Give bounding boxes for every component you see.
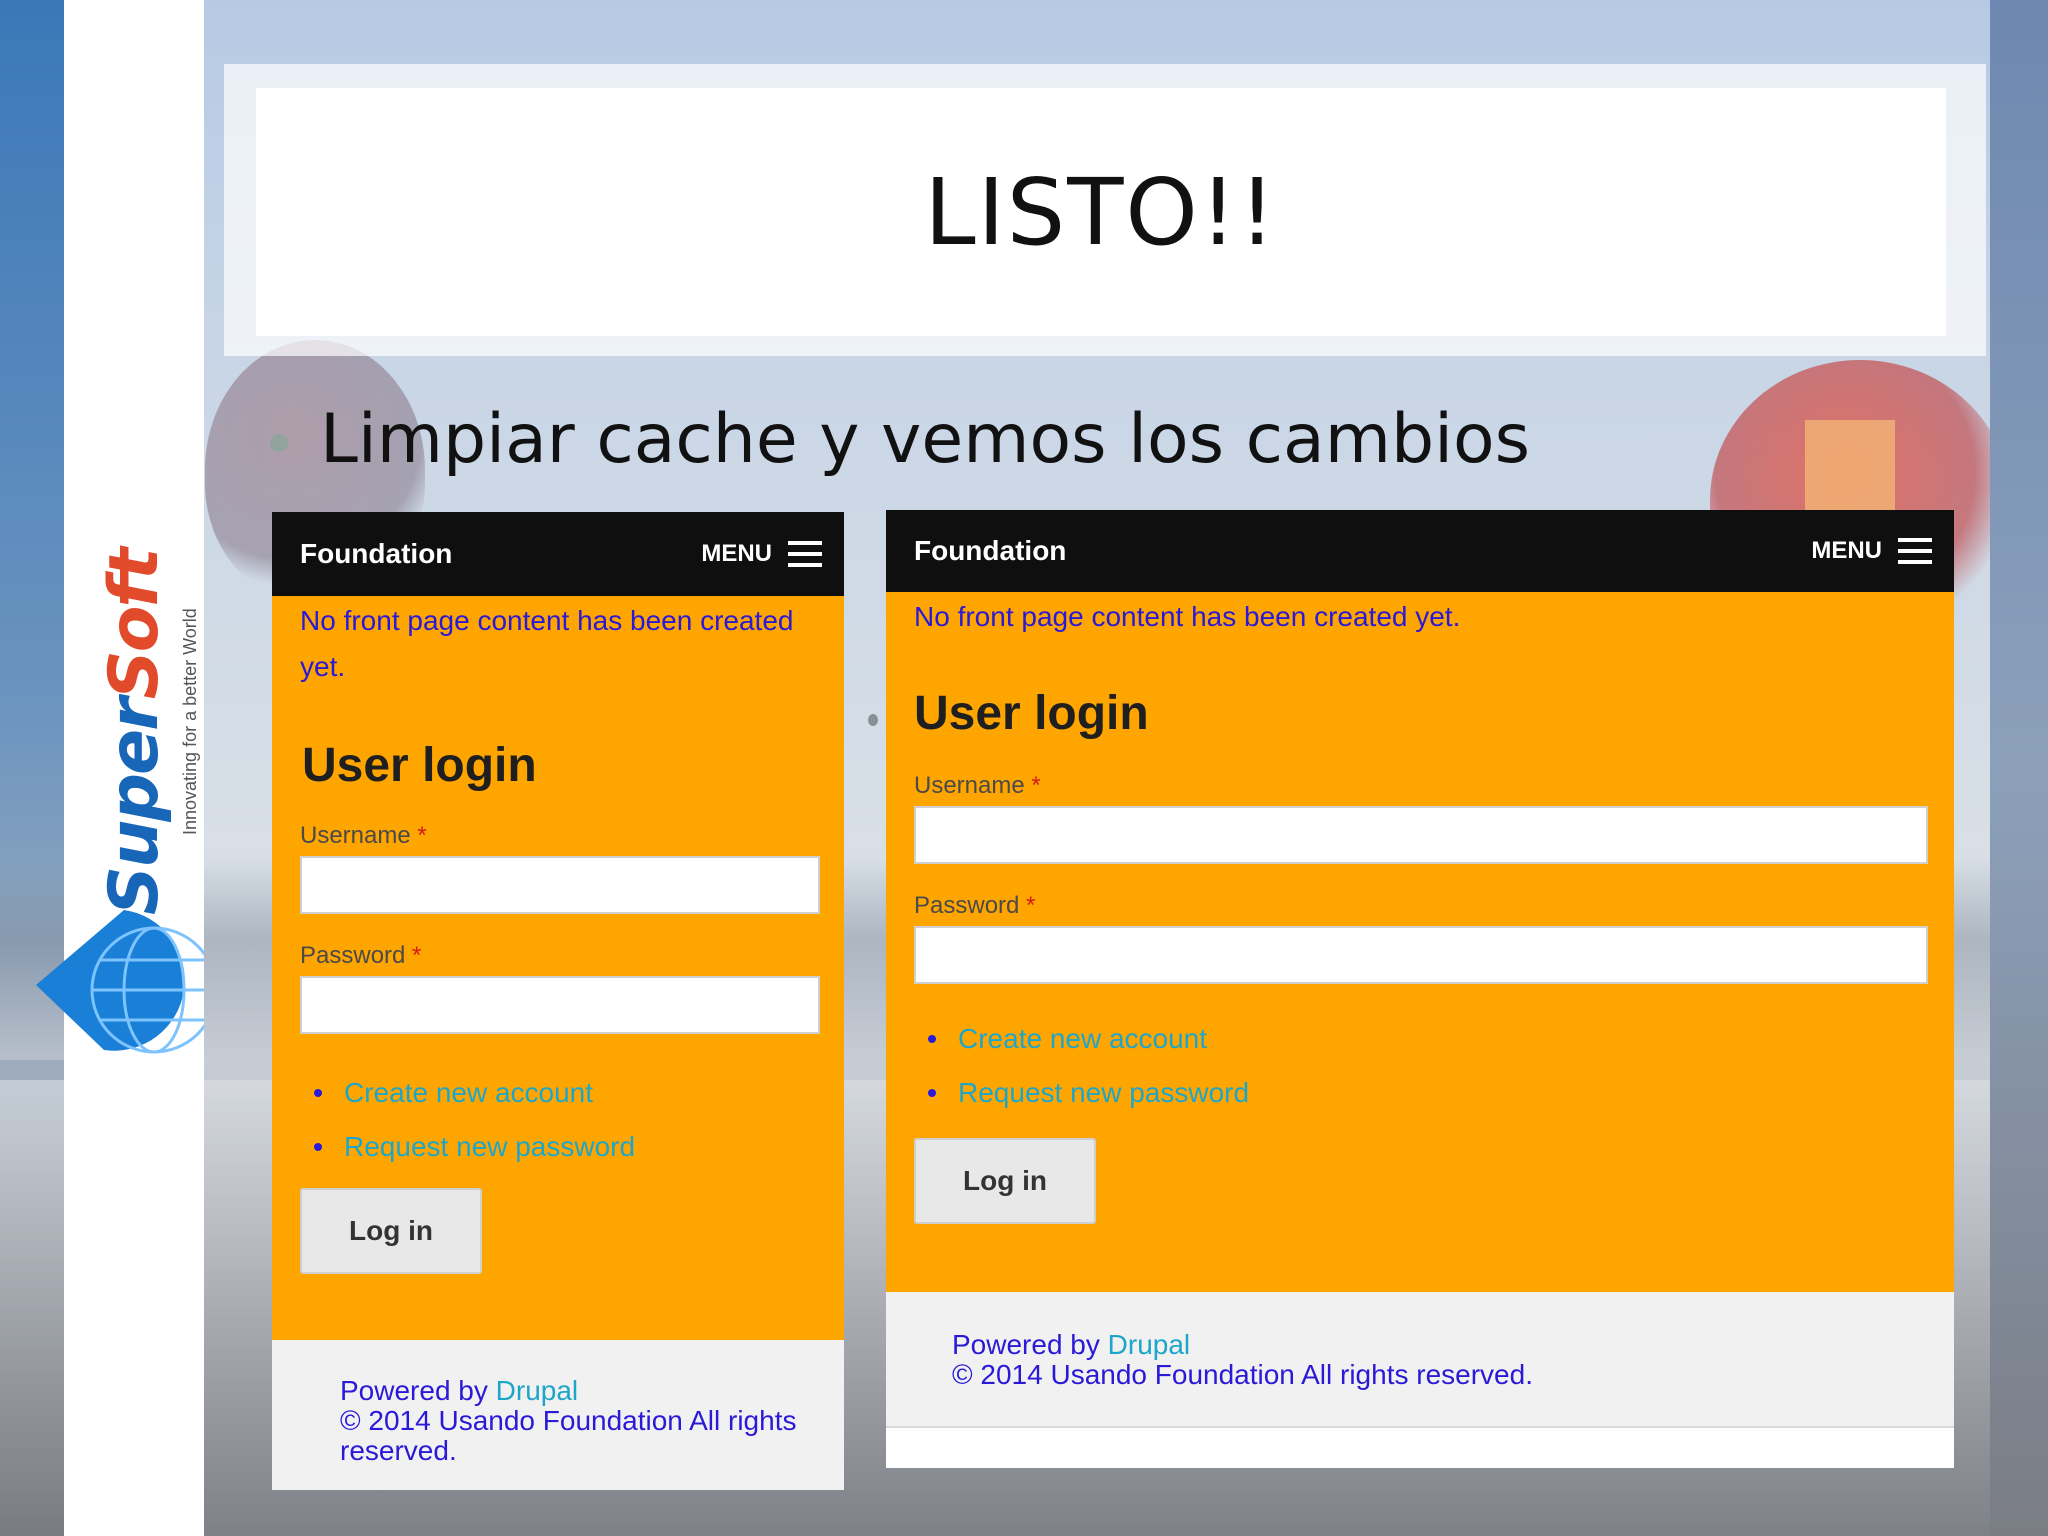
menu-toggle[interactable]: MENU: [1811, 537, 1932, 565]
supersoft-logo-drop-icon: [36, 910, 204, 1054]
footer-bottom-strip: [886, 1428, 1954, 1468]
footer-powered: Powered by: [952, 1329, 1100, 1360]
create-account-link[interactable]: Create new account: [300, 1066, 635, 1120]
front-page-notice: No front page content has been created y…: [914, 601, 1461, 632]
drupal-screenshot-narrow: Foundation MENU No front page content ha…: [272, 512, 844, 1490]
username-label: Username *: [300, 822, 427, 849]
footer-copyright: © 2014 Usando Foundation All rights rese…: [952, 1359, 1533, 1390]
menu-label: MENU: [701, 540, 772, 567]
topbar: Foundation MENU: [272, 512, 844, 596]
password-label: Password *: [914, 892, 1036, 919]
hamburger-icon: [1898, 538, 1932, 564]
password-label: Password *: [300, 942, 422, 969]
login-button[interactable]: Log in: [300, 1188, 482, 1274]
sub-bullet-dot: [868, 714, 878, 726]
drupal-screenshot-wide: Foundation MENU No front page content ha…: [886, 510, 1954, 1468]
site-brand[interactable]: Foundation: [300, 538, 452, 570]
user-login-heading: User login: [302, 739, 537, 792]
footer-powered: Powered by: [340, 1375, 488, 1406]
username-label: Username *: [914, 772, 1041, 799]
site-footer: Powered by Drupal © 2014 Usando Foundati…: [886, 1292, 1954, 1468]
account-links: Create new account Request new password: [914, 1012, 1249, 1120]
hamburger-icon: [788, 541, 822, 567]
menu-toggle[interactable]: MENU: [701, 540, 822, 568]
background-right-edge: [1990, 0, 2048, 1536]
username-input[interactable]: [914, 806, 1928, 864]
front-page-notice: No front page content has been created y…: [300, 605, 794, 682]
supersoft-logo-text: SuperSoft: [95, 549, 174, 916]
password-input[interactable]: [914, 926, 1928, 984]
drupal-link[interactable]: Drupal: [1108, 1329, 1190, 1360]
bullet-text: Limpiar cache y vemos los cambios: [320, 400, 1531, 479]
password-input[interactable]: [300, 976, 820, 1034]
site-brand[interactable]: Foundation: [914, 535, 1066, 567]
request-password-link[interactable]: Request new password: [300, 1120, 635, 1174]
bullet-dot: [270, 434, 288, 452]
create-account-link[interactable]: Create new account: [914, 1012, 1249, 1066]
footer-copyright: © 2014 Usando Foundation All rights rese…: [340, 1405, 797, 1466]
menu-label: MENU: [1811, 537, 1882, 564]
login-button[interactable]: Log in: [914, 1138, 1096, 1224]
slide-title: LISTO!!: [924, 158, 1278, 266]
drupal-link[interactable]: Drupal: [496, 1375, 578, 1406]
site-footer: Powered by Drupal © 2014 Usando Foundati…: [272, 1340, 844, 1490]
topbar: Foundation MENU: [886, 510, 1954, 592]
username-input[interactable]: [300, 856, 820, 914]
request-password-link[interactable]: Request new password: [914, 1066, 1249, 1120]
account-links: Create new account Request new password: [300, 1066, 635, 1174]
logo-tagline: Innovating for a better World: [180, 608, 200, 835]
user-login-heading: User login: [914, 687, 1149, 740]
